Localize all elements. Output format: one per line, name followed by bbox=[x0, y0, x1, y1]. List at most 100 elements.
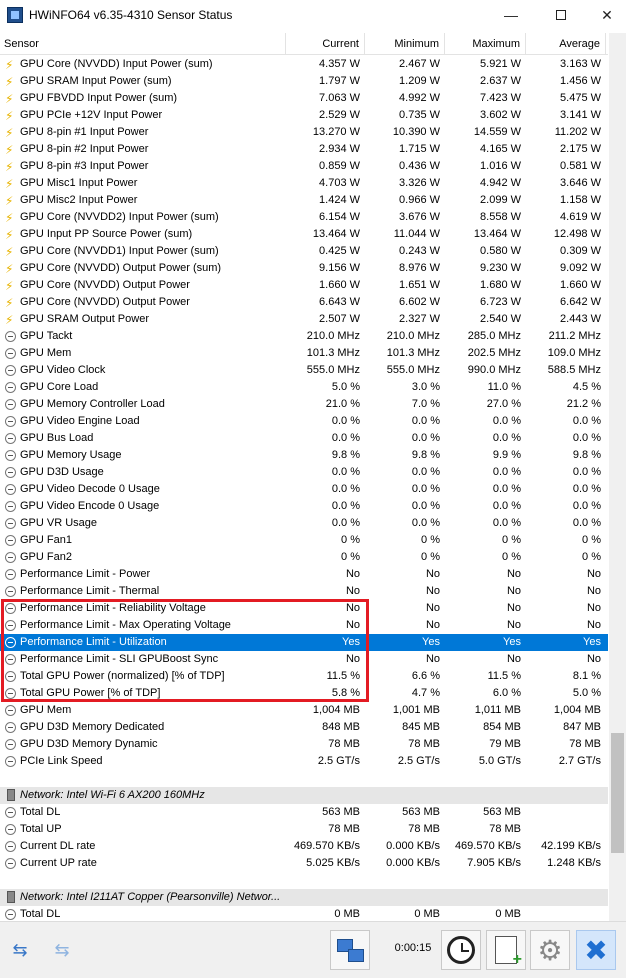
value-average: 1,004 MB bbox=[553, 704, 601, 716]
value-average: 0.0 % bbox=[572, 500, 601, 512]
sensor-row[interactable]: GPU D3D Memory Dedicated 848 MB 845 MB 854 … bbox=[0, 719, 608, 736]
value-maximum: 27.0 % bbox=[486, 398, 521, 410]
sensor-row[interactable]: GPU Core (NVVDD) Output Power (sum) 9.156… bbox=[0, 260, 608, 278]
value-current: 2.5 GT/s bbox=[317, 755, 360, 767]
sensor-name: GPU 8-pin #1 Input Power bbox=[20, 126, 149, 138]
sensor-row[interactable]: Performance Limit - Power No No No No bbox=[0, 566, 608, 583]
value-minimum: 0.000 KB/s bbox=[386, 840, 440, 852]
sensor-row[interactable]: GPU Fan2 0 % 0 % 0 % 0 % bbox=[0, 549, 608, 566]
value-average: 0.0 % bbox=[572, 517, 601, 529]
sensor-row[interactable]: GPU Tackt 210.0 MHz 210.0 MHz 285.0 MHz 211.… bbox=[0, 328, 608, 345]
sensor-row[interactable]: GPU 8-pin #1 Input Power 13.270 W 10.390 W… bbox=[0, 124, 608, 142]
sensor-row[interactable]: GPU Bus Load 0.0 % 0.0 % 0.0 % 0.0 % bbox=[0, 430, 608, 447]
column-header-current[interactable]: Current bbox=[286, 33, 365, 55]
sensor-row[interactable]: GPU PCIe +12V Input Power 2.529 W 0.735 W 3… bbox=[0, 107, 608, 125]
sensor-row[interactable]: GPU D3D Memory Dynamic 78 MB 78 MB 79 MB 78 … bbox=[0, 736, 608, 753]
sensor-row[interactable]: Current UP rate 5.025 KB/s 0.000 KB/s 7.905… bbox=[0, 855, 608, 872]
settings-button[interactable]: ⚙ bbox=[530, 930, 570, 970]
value-minimum: 0 MB bbox=[414, 908, 440, 920]
sensor-name: GPU D3D Memory Dynamic bbox=[20, 738, 158, 750]
sensor-row[interactable]: Performance Limit - Utilization Yes Yes Yes… bbox=[0, 634, 608, 651]
sensor-row[interactable]: GPU Core (NVVDD) Input Power (sum) 4.357 … bbox=[0, 56, 608, 74]
maximize-button[interactable] bbox=[538, 0, 584, 30]
value-minimum: 0.735 W bbox=[399, 109, 440, 121]
value-current: 9.8 % bbox=[331, 449, 360, 461]
value-maximum: 8.558 W bbox=[480, 211, 521, 223]
sensor-row[interactable]: Performance Limit - Reliability Voltage N… bbox=[0, 600, 608, 617]
sensor-row[interactable]: GPU Video Decode 0 Usage 0.0 % 0.0 % 0.0 % 0… bbox=[0, 481, 608, 498]
value-current: 5.025 KB/s bbox=[306, 857, 360, 869]
sensor-row[interactable]: Performance Limit - Max Operating Voltag… bbox=[0, 617, 608, 634]
value-maximum: 0.0 % bbox=[492, 466, 521, 478]
scrollbar-thumb[interactable] bbox=[611, 733, 624, 853]
sensor-row[interactable]: PCIe Link Speed 2.5 GT/s 2.5 GT/s 5.0 GT/s 2… bbox=[0, 753, 608, 770]
sensor-row[interactable]: GPU Misc2 Input Power 1.424 W 0.966 W 2.099… bbox=[0, 192, 608, 210]
sensor-row[interactable]: GPU Video Engine Load 0.0 % 0.0 % 0.0 % 0.0 … bbox=[0, 413, 608, 430]
sensor-row[interactable]: GPU 8-pin #2 Input Power 2.934 W 1.715 W 4.… bbox=[0, 141, 608, 159]
sensor-rows: GPU Core (NVVDD) Input Power (sum) 4.357 … bbox=[0, 56, 608, 921]
value-maximum: No bbox=[506, 602, 521, 614]
value-average: 211.2 MHz bbox=[548, 330, 601, 342]
sensor-row[interactable]: Performance Limit - Thermal No No No No bbox=[0, 583, 608, 600]
sensor-row[interactable]: GPU Mem 1,004 MB 1,001 MB 1,011 MB 1,004 MB bbox=[0, 702, 608, 719]
value-maximum: 990.0 MHz bbox=[467, 364, 521, 376]
sensor-row[interactable]: GPU Video Clock 555.0 MHz 555.0 MHz 990.0 M… bbox=[0, 362, 608, 379]
sensor-row[interactable]: Total GPU Power (normalized) [% of TDP] 1… bbox=[0, 668, 608, 685]
column-header-minimum[interactable]: Minimum bbox=[365, 33, 445, 55]
sensor-row[interactable]: Total UP 78 MB 78 MB 78 MB bbox=[0, 821, 608, 838]
sensor-row[interactable]: GPU VR Usage 0.0 % 0.0 % 0.0 % 0.0 % bbox=[0, 515, 608, 532]
value-maximum: 1.680 W bbox=[480, 279, 521, 291]
sensor-row[interactable]: Current DL rate 469.570 KB/s 0.000 KB/s 469… bbox=[0, 838, 608, 855]
sensor-row[interactable]: GPU Misc1 Input Power 4.703 W 3.326 W 4.942… bbox=[0, 175, 608, 193]
sensor-row[interactable]: GPU Core (NVVDD1) Input Power (sum) 0.425… bbox=[0, 243, 608, 261]
sensor-row[interactable]: Total GPU Power [% of TDP] 5.8 % 4.7 % 6.0 … bbox=[0, 685, 608, 702]
sensor-group-header[interactable]: Network: Intel Wi-Fi 6 AX200 160MHz bbox=[0, 787, 608, 804]
value-average: 9.8 % bbox=[572, 449, 601, 461]
title-bar[interactable]: HWiNFO64 v6.35-4310 Sensor Status — ✕ bbox=[0, 0, 626, 30]
value-minimum: 0 % bbox=[421, 534, 440, 546]
sensor-row[interactable]: GPU SRAM Output Power 2.507 W 2.327 W 2.540… bbox=[0, 311, 608, 329]
switch-panel-arrows-icon[interactable]: ⇆ bbox=[3, 940, 37, 960]
sensor-group-header[interactable]: Network: Intel I211AT Copper (Pearsonvil… bbox=[0, 889, 608, 906]
value-current: 9.156 W bbox=[319, 262, 360, 274]
sensor-row[interactable]: GPU SRAM Input Power (sum) 1.797 W 1.209 W… bbox=[0, 73, 608, 91]
value-maximum: 2.540 W bbox=[480, 313, 521, 325]
sensor-row[interactable]: GPU Input PP Source Power (sum) 13.464 W 1… bbox=[0, 226, 608, 244]
sensor-name: GPU 8-pin #2 Input Power bbox=[20, 143, 149, 155]
sensor-row[interactable]: GPU Memory Controller Load 21.0 % 7.0 % 27.… bbox=[0, 396, 608, 413]
sensor-row[interactable]: Total DL 0 MB 0 MB 0 MB bbox=[0, 906, 608, 921]
sensor-row[interactable]: GPU FBVDD Input Power (sum) 7.063 W 4.992 … bbox=[0, 90, 608, 108]
value-minimum: No bbox=[425, 653, 440, 665]
value-maximum: 79 MB bbox=[489, 738, 521, 750]
column-header-average[interactable]: Average bbox=[526, 33, 606, 55]
sensor-row[interactable]: GPU Core Load 5.0 % 3.0 % 11.0 % 4.5 % bbox=[0, 379, 608, 396]
value-average: 0.0 % bbox=[572, 432, 601, 444]
close-window-button[interactable]: ✕ bbox=[584, 0, 626, 30]
sensor-name: GPU Input PP Source Power (sum) bbox=[20, 228, 193, 240]
sensor-row[interactable]: GPU Memory Usage 9.8 % 9.8 % 9.9 % 9.8 % bbox=[0, 447, 608, 464]
sensor-row[interactable]: GPU Core (NVVDD) Output Power 1.660 W 1.65… bbox=[0, 277, 608, 295]
sensor-row[interactable]: GPU Video Encode 0 Usage 0.0 % 0.0 % 0.0 % 0… bbox=[0, 498, 608, 515]
value-maximum: 0.0 % bbox=[492, 432, 521, 444]
close-sensors-button[interactable]: ✖ bbox=[576, 930, 616, 970]
switch-panel-arrows-disabled-icon[interactable]: ⇆ bbox=[45, 940, 79, 960]
column-header-maximum[interactable]: Maximum bbox=[445, 33, 526, 55]
vertical-scrollbar[interactable] bbox=[609, 33, 626, 921]
sensor-row[interactable]: Total DL 563 MB 563 MB 563 MB bbox=[0, 804, 608, 821]
value-minimum: 0.243 W bbox=[399, 245, 440, 257]
network-button[interactable] bbox=[330, 930, 370, 970]
minimize-button[interactable]: — bbox=[488, 0, 534, 30]
sensor-row[interactable]: Performance Limit - SLI GPUBoost Sync No N… bbox=[0, 651, 608, 668]
value-average: 42.199 KB/s bbox=[541, 840, 601, 852]
value-maximum: 0 MB bbox=[495, 908, 521, 920]
sensor-row[interactable]: GPU 8-pin #3 Input Power 0.859 W 0.436 W 1.… bbox=[0, 158, 608, 176]
column-header-sensor[interactable]: Sensor bbox=[0, 33, 286, 55]
value-maximum: 14.559 W bbox=[473, 126, 521, 138]
sensor-row[interactable]: GPU Core (NVVDD) Output Power 6.643 W 6.60… bbox=[0, 294, 608, 312]
sensor-row[interactable]: GPU Mem 101.3 MHz 101.3 MHz 202.5 MHz 109.0 … bbox=[0, 345, 608, 362]
sensor-row[interactable]: GPU Fan1 0 % 0 % 0 % 0 % bbox=[0, 532, 608, 549]
sensor-row[interactable]: GPU D3D Usage 0.0 % 0.0 % 0.0 % 0.0 % bbox=[0, 464, 608, 481]
reset-clock-button[interactable] bbox=[441, 930, 481, 970]
sensor-row[interactable]: GPU Core (NVVDD2) Input Power (sum) 6.154… bbox=[0, 209, 608, 227]
logging-button[interactable] bbox=[486, 930, 526, 970]
